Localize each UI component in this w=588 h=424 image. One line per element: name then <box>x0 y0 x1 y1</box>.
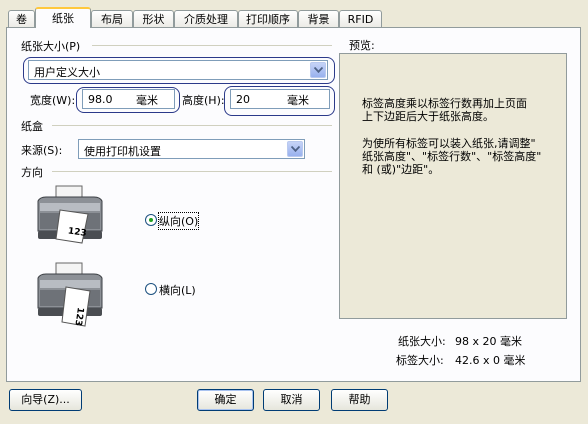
paper-size-selected: 用户定义大小 <box>34 66 100 79</box>
printer-portrait-icon: 123 <box>37 185 103 244</box>
height-label: 高度(H): <box>182 94 225 107</box>
help-button[interactable]: 帮助 <box>331 389 388 411</box>
paper-size-group-label: 纸张大小(P) <box>21 40 81 53</box>
landscape-radio[interactable] <box>145 283 157 295</box>
chevron-down-icon[interactable] <box>310 62 326 78</box>
width-unit: 毫米 <box>136 94 158 107</box>
label-size-readout-value: 42.6 x 0 毫米 <box>455 354 526 367</box>
orientation-group-label: 方向 <box>21 166 43 179</box>
width-value: 98.0 <box>88 93 113 106</box>
landscape-label[interactable]: 横向(L) <box>159 282 196 298</box>
portrait-label[interactable]: 纵向(O) <box>157 212 200 230</box>
tab-paper[interactable]: 纸张 <box>35 7 91 28</box>
ok-button[interactable]: 确定 <box>197 389 254 411</box>
height-unit: 毫米 <box>287 94 309 107</box>
orientation-divider <box>52 171 332 172</box>
portrait-radio[interactable] <box>145 214 157 226</box>
preview-message-2-line-1: 为使所有标签可以装入纸张,请调整" <box>362 137 536 150</box>
paper-size-select[interactable]: 用户定义大小 <box>28 60 328 80</box>
paper-size-readout-value: 98 x 20 毫米 <box>455 335 522 348</box>
label-size-readout-label: 标签大小: <box>396 354 444 367</box>
preview-message-2: 为使所有标签可以装入纸张,请调整" 纸张高度"、"标签行数"、"标签高度" 和 … <box>362 137 567 176</box>
preview-message-2-line-2: 纸张高度"、"标签行数"、"标签高度" <box>362 150 542 163</box>
printer-landscape-icon: 123 <box>37 262 103 327</box>
source-label: 来源(S): <box>21 144 63 157</box>
tray-divider <box>52 125 332 126</box>
tab-media-handling[interactable]: 介质处理 <box>174 10 238 27</box>
tray-group-label: 纸盒 <box>21 120 43 133</box>
wizard-button[interactable]: 向导(Z)... <box>9 389 82 411</box>
preview-message-1-line-2: 上下边距后大于纸张高度。 <box>362 110 494 123</box>
paper-size-divider <box>92 45 332 46</box>
cancel-button[interactable]: 取消 <box>263 389 320 411</box>
preview-label: 预览: <box>349 39 375 52</box>
tab-shape[interactable]: 形状 <box>133 10 174 27</box>
tab-print-order[interactable]: 打印顺序 <box>238 10 298 27</box>
tab-layout[interactable]: 布局 <box>91 10 133 27</box>
paper-size-readout-label: 纸张大小: <box>398 335 446 348</box>
tab-rfid[interactable]: RFID <box>339 10 382 27</box>
height-field[interactable]: 20 毫米 <box>230 89 330 109</box>
preview-message-1-line-1: 标签高度乘以标签行数再加上页面 <box>362 97 527 110</box>
preview-message-2-line-3: 和 (或)"边距"。 <box>362 163 440 176</box>
source-selected: 使用打印机设置 <box>84 145 161 158</box>
preview-message-1: 标签高度乘以标签行数再加上页面 上下边距后大于纸张高度。 <box>362 97 567 123</box>
preview-area: 标签高度乘以标签行数再加上页面 上下边距后大于纸张高度。 为使所有标签可以装入纸… <box>339 53 567 319</box>
tab-background[interactable]: 背景 <box>298 10 339 27</box>
tab-roll[interactable]: 卷 <box>8 10 35 27</box>
width-field[interactable]: 98.0 毫米 <box>82 89 175 109</box>
source-select[interactable]: 使用打印机设置 <box>78 139 305 159</box>
radio-dot <box>149 218 153 222</box>
width-label: 宽度(W): <box>30 94 76 107</box>
height-value: 20 <box>236 93 250 106</box>
chevron-down-icon[interactable] <box>287 141 303 157</box>
